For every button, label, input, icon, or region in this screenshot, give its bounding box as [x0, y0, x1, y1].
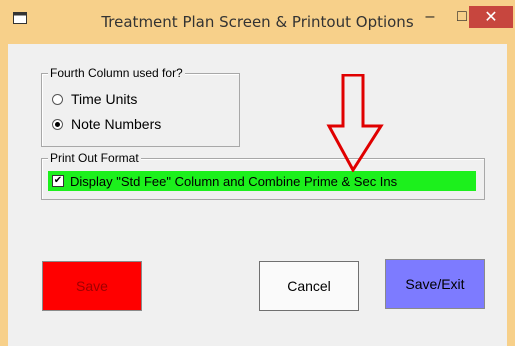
down-arrow-icon	[326, 74, 384, 172]
minimize-button[interactable]: –	[416, 6, 444, 28]
print-format-group: Print Out Format ✔ Display "Std Fee" Col…	[41, 151, 485, 200]
cancel-button[interactable]: Cancel	[259, 261, 359, 311]
checkbox-label: Display "Std Fee" Column and Combine Pri…	[70, 173, 398, 189]
dialog-body: Fourth Column used for? Time Units Note …	[8, 44, 507, 346]
radio-button[interactable]	[52, 93, 63, 105]
radio-label: Time Units	[71, 91, 138, 107]
fourth-column-group: Fourth Column used for? Time Units Note …	[41, 66, 240, 147]
checkbox[interactable]: ✔	[52, 175, 64, 187]
fourth-column-label: Fourth Column used for?	[48, 66, 185, 80]
radio-time-units[interactable]: Time Units	[52, 91, 137, 107]
save-exit-button[interactable]: Save/Exit	[385, 259, 485, 309]
radio-label: Note Numbers	[71, 116, 162, 132]
dialog-window: Treatment Plan Screen & Printout Options…	[0, 0, 515, 346]
close-button[interactable]: ✕	[469, 6, 513, 28]
std-fee-checkbox-row[interactable]: ✔ Display "Std Fee" Column and Combine P…	[48, 171, 476, 191]
title-bar: Treatment Plan Screen & Printout Options…	[0, 0, 515, 44]
print-format-label: Print Out Format	[48, 151, 141, 165]
radio-note-numbers[interactable]: Note Numbers	[52, 116, 161, 132]
radio-button-selected[interactable]	[52, 118, 63, 130]
save-button[interactable]: Save	[42, 261, 142, 311]
